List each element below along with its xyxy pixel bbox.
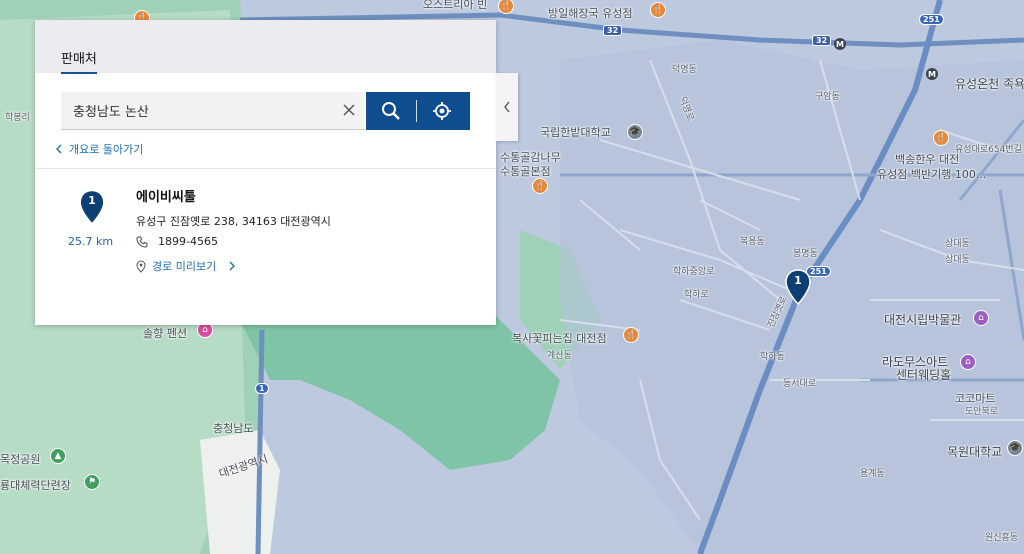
result-address: 유성구 진잠옛로 238, 34163 대전광역시 [136,215,331,228]
restaurant-icon[interactable]: 🍴 [650,2,666,18]
result-name[interactable]: 에이비씨툴 [136,186,196,205]
restaurant-icon[interactable]: 🍴 [623,327,639,343]
phone-icon [136,236,148,248]
search-button-group [366,92,470,130]
map-label: 덕명동 [672,65,697,75]
map-label: 센터웨딩홀 [896,368,952,382]
map-label: 솔향 펜션 [143,327,187,340]
back-link-label: 개요로 돌아가기 [69,143,144,156]
map-label: 복사꽃피는집 대전점 [512,332,607,345]
building-icon[interactable]: ⌂ [960,354,976,370]
chevron-right-icon [229,261,236,271]
map-label: 계산동 [547,351,572,361]
map-label: 유성대로654번길 [955,145,1022,155]
result-index: 1 [88,194,96,207]
divider [35,168,496,169]
map-label: 동서대로 [783,379,817,389]
route-preview-label: 경로 미리보기 [152,260,217,273]
map-label: 원신흥동 [985,533,1019,543]
map-label: 유성온천 족욕 [955,77,1024,91]
map-label: 수통골본점 [500,165,551,178]
map-label: 충청남도 [213,422,254,435]
route-shield: 32 [603,25,623,36]
button-divider [416,100,417,122]
route-shield: 251 [919,14,944,25]
route-shield: 32 [812,35,832,46]
search-panel: 판매처 개요로 돌아가기 [35,20,496,325]
restaurant-icon[interactable]: 🍴 [532,178,548,194]
map-label: 방일해장국 유성점 [548,7,633,20]
result-distance: 25.7 km [68,235,114,248]
route-preview-link[interactable]: 경로 미리보기 [136,258,236,274]
map-label: 구암동 [815,92,840,102]
chevron-left-icon [56,144,62,154]
tab-retailers[interactable]: 판매처 [61,48,97,74]
map-label: 도안북로 [965,407,999,417]
map-label: 용계동 [860,469,885,479]
map-label: 학하동 [760,352,785,362]
search-box [61,92,364,130]
collapse-panel-button[interactable] [496,73,518,141]
map-label: 상대동 [945,255,970,265]
panel-header: 판매처 [35,20,496,74]
result-phone[interactable]: 1899-4565 [136,235,218,248]
chevron-left-icon [504,101,510,113]
phone-number[interactable]: 1899-4565 [158,235,218,248]
map-label: 국립한밭대학교 [540,126,611,139]
crosshair-icon [433,102,451,120]
map-label: 목정공원 [0,453,41,466]
golf-icon[interactable]: ⚑ [84,474,100,490]
map-label: 상대동 [945,239,970,249]
map-label: 복용동 [740,237,765,247]
school-icon[interactable]: 🎓 [627,124,643,140]
museum-icon[interactable]: ⌂ [973,310,989,326]
map-location-marker[interactable]: 1 [785,269,811,309]
map-label: 룡대체력단련장 [0,479,71,492]
clear-button[interactable] [340,101,358,119]
route-shield: 1 [255,383,269,394]
school-icon[interactable]: 🎓 [1007,440,1023,456]
marker-index: 1 [794,274,802,287]
park-icon[interactable]: ▲ [50,448,66,464]
locate-me-button[interactable] [417,92,467,130]
map-label: 목원대학교 [947,445,1003,459]
back-to-overview-link[interactable]: 개요로 돌아가기 [55,141,143,157]
close-icon [343,104,355,116]
map-label: 학하중앙로 [673,267,715,277]
map-label: 백송한우 대전 [895,153,960,166]
map-label: 학봉리 [5,113,30,123]
map-pin-outline-icon [136,259,146,273]
metro-icon[interactable]: M [926,68,938,80]
result-marker: 1 [80,190,104,228]
search-icon [382,102,400,120]
map-label: 봉명동 [793,249,818,259]
map-label: 유성점 백반기행 100... [877,168,987,181]
map-label: 학하로 [684,290,709,300]
map-label: 오스트리아 빈 [423,0,488,11]
metro-icon[interactable]: M [834,38,846,50]
search-button[interactable] [366,92,416,130]
map-label: 대전시립박물관 [884,313,962,327]
restaurant-icon[interactable]: 🍴 [933,130,949,146]
search-input[interactable] [61,92,355,128]
result-item[interactable]: 1 25.7 km 에이비씨툴 유성구 진잠옛로 238, 34163 대전광역… [35,180,496,280]
